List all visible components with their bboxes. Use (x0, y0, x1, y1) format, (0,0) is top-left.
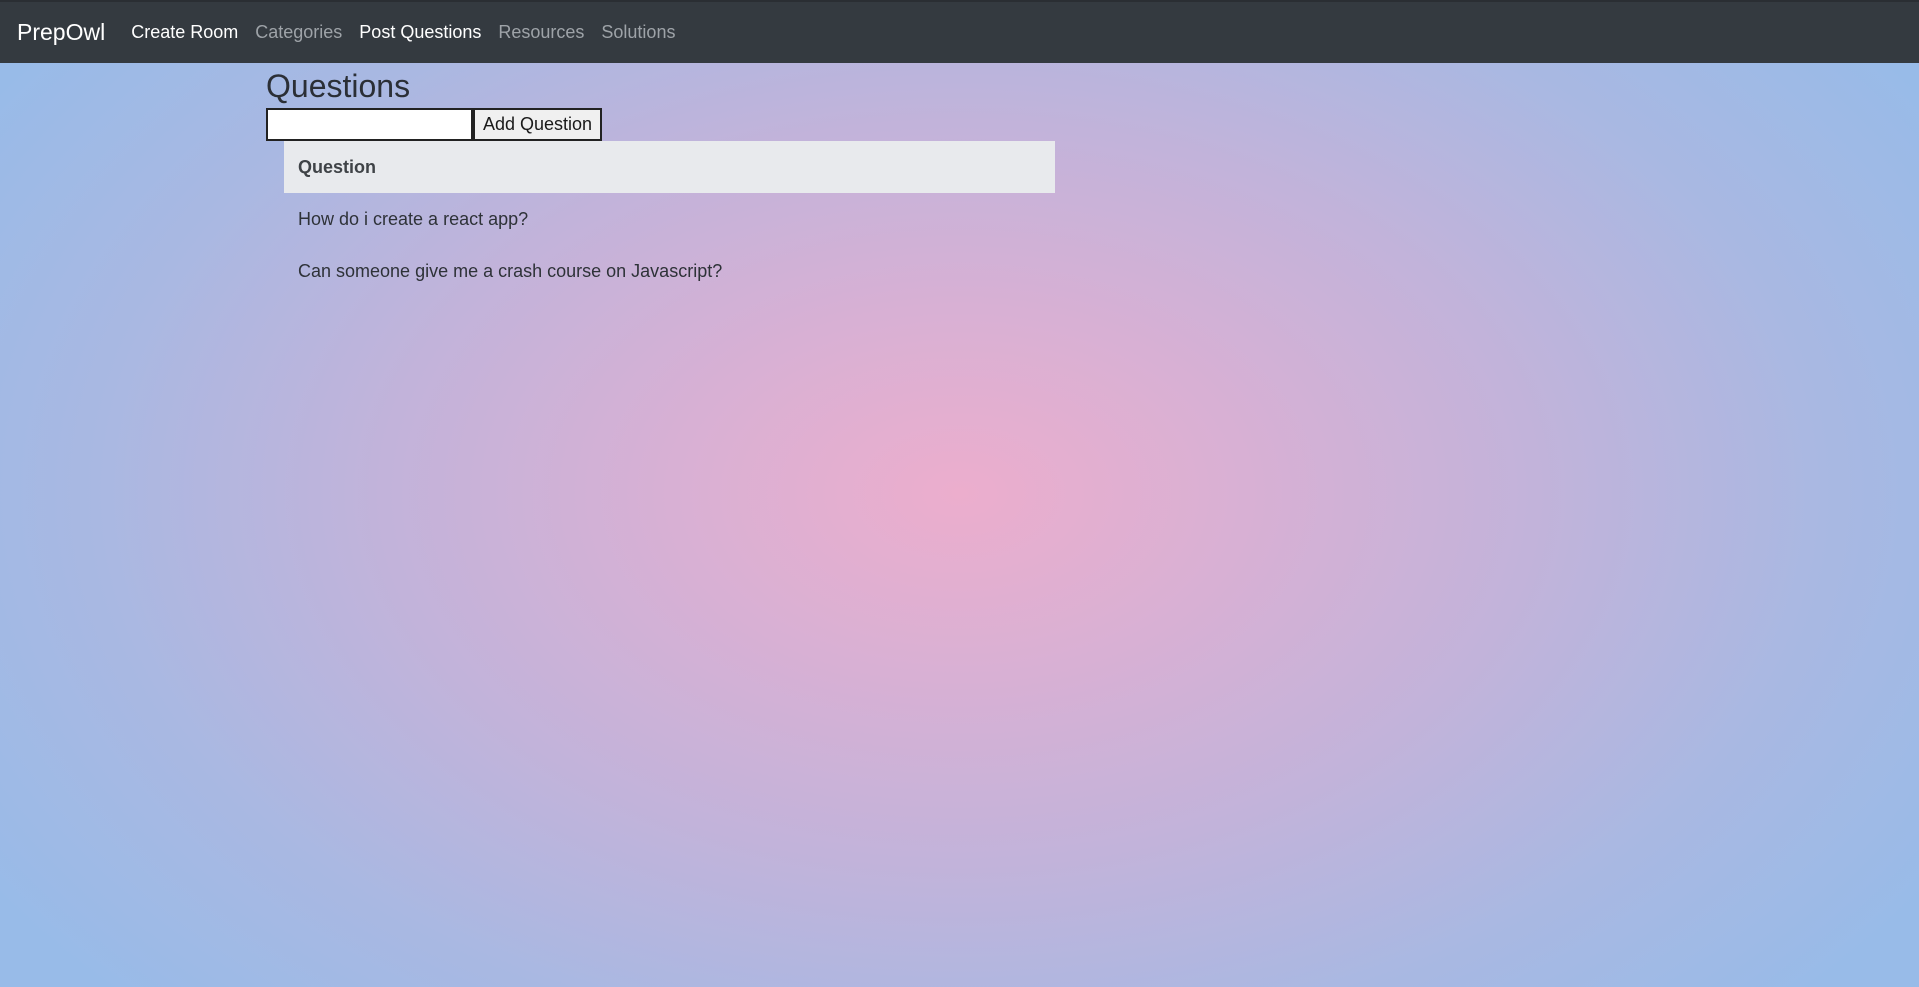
nav-create-room[interactable]: Create Room (131, 22, 238, 43)
add-question-form: Add Question (266, 108, 1056, 141)
main-content: Questions Add Question Question How do i… (266, 63, 1056, 297)
nav-resources[interactable]: Resources (498, 22, 584, 43)
top-navbar: PrepOwl Create Room Categories Post Ques… (0, 0, 1919, 63)
column-header-question: Question (284, 141, 1055, 193)
add-question-button[interactable]: Add Question (473, 108, 603, 141)
question-cell[interactable]: How do i create a react app? (284, 193, 1055, 245)
nav-post-questions[interactable]: Post Questions (359, 22, 481, 43)
brand-logo[interactable]: PrepOwl (17, 19, 105, 46)
questions-table: Question How do i create a react app? Ca… (284, 141, 1055, 297)
table-header-row: Question (284, 141, 1055, 193)
nav-categories[interactable]: Categories (255, 22, 342, 43)
question-cell[interactable]: Can someone give me a crash course on Ja… (284, 245, 1055, 297)
table-row[interactable]: Can someone give me a crash course on Ja… (284, 245, 1055, 297)
table-row[interactable]: How do i create a react app? (284, 193, 1055, 245)
page-title: Questions (266, 68, 411, 104)
question-input[interactable] (266, 108, 473, 141)
nav-solutions[interactable]: Solutions (601, 22, 675, 43)
